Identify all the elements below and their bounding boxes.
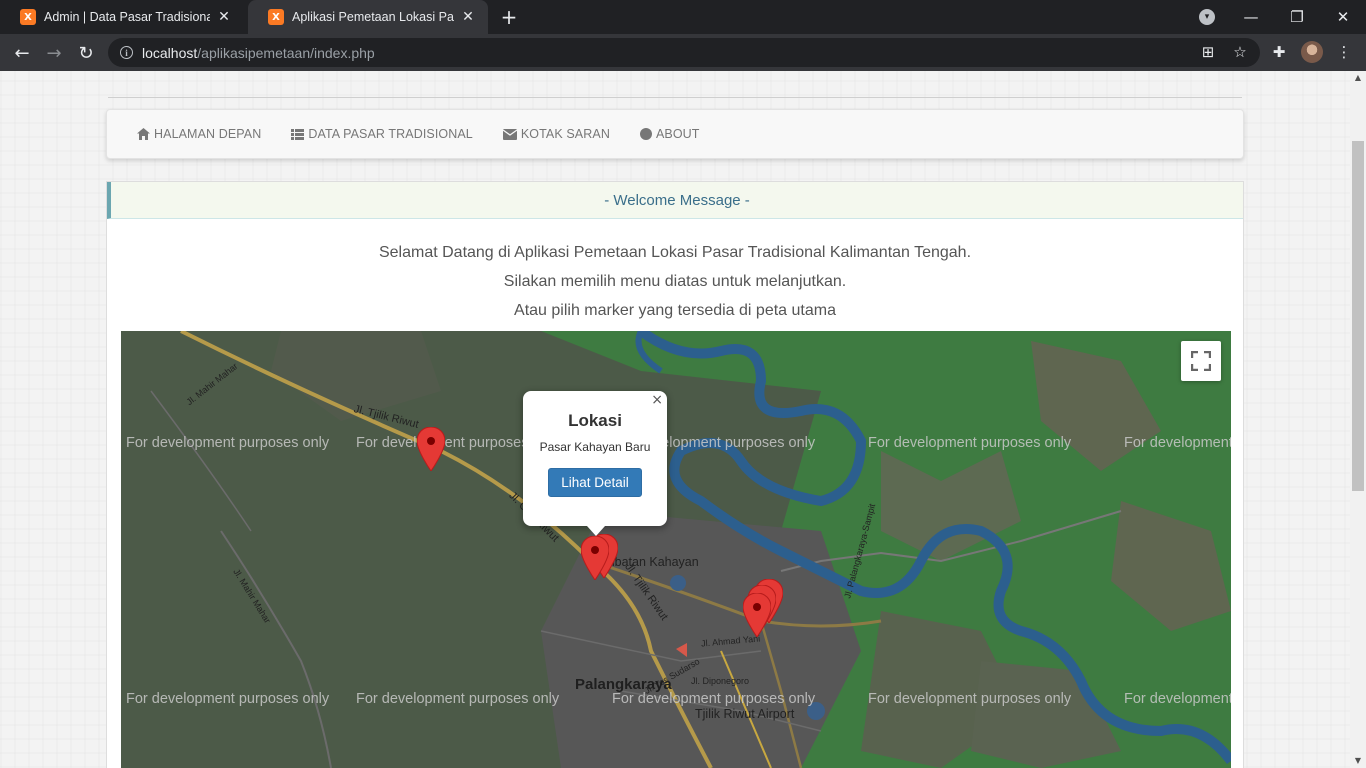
address-bar[interactable]: i localhost /aplikasipemetaan/index.php	[108, 38, 1260, 67]
scroll-up-icon[interactable]: ▲	[1350, 71, 1366, 85]
back-arrow-icon[interactable]: ←	[8, 39, 36, 67]
welcome-line: Atau pilih marker yang tersedia di peta …	[514, 302, 836, 319]
circle-icon	[639, 128, 652, 140]
road-label: Jl. Diponegoro	[691, 676, 750, 686]
home-icon	[137, 128, 150, 140]
close-window-icon[interactable]: ✕	[1320, 0, 1366, 34]
nav-label: HALAMAN DEPAN	[154, 127, 262, 141]
minimize-icon[interactable]: —	[1228, 0, 1274, 34]
dev-watermark: For development purposes only	[868, 435, 1072, 451]
tab-title: Aplikasi Pemetaan Lokasi Pasar Tradision…	[292, 10, 454, 24]
page-viewport: HALAMAN DEPAN DATA PASAR TRADISIONAL KOT…	[0, 71, 1350, 768]
nav-data-pasar[interactable]: DATA PASAR TRADISIONAL	[291, 127, 473, 141]
tab-admin[interactable]: X Admin | Data Pasar Tradisional ✕	[0, 0, 244, 34]
reload-icon[interactable]: ↻	[72, 39, 100, 67]
dev-watermark: For development purposes only	[868, 691, 1072, 707]
tab-title: Admin | Data Pasar Tradisional	[44, 10, 210, 24]
translate-icon[interactable]: ⊞	[1198, 42, 1218, 62]
dev-watermark: For development purposes only	[126, 691, 330, 707]
site-info-icon[interactable]: i	[120, 46, 133, 59]
forward-arrow-icon[interactable]: →	[40, 39, 68, 67]
page-scrollbar[interactable]: ▲ ▼	[1350, 71, 1366, 768]
tab-aplikasi[interactable]: X Aplikasi Pemetaan Lokasi Pasar Tradisi…	[248, 0, 488, 34]
tab-search-icon[interactable]: ▾	[1199, 9, 1215, 25]
marker-infowindow: × Lokasi Pasar Kahayan Baru Lihat Detail	[523, 391, 667, 536]
welcome-line: Silakan memilih menu diatas untuk melanj…	[503, 273, 847, 290]
dev-watermark: For development purposes only	[612, 691, 816, 707]
nav-kotak-saran[interactable]: KOTAK SARAN	[502, 127, 610, 141]
tab-close-icon[interactable]: ✕	[460, 9, 476, 25]
browser-tabbar: X Admin | Data Pasar Tradisional ✕ X Apl…	[0, 0, 1366, 34]
airport-label: Tjilik Riwut Airport	[695, 707, 795, 721]
lihat-detail-button[interactable]: Lihat Detail	[548, 468, 642, 497]
dev-watermark: For development purposes only	[356, 691, 560, 707]
new-tab-icon[interactable]: +	[498, 6, 520, 28]
nav-halaman-depan[interactable]: HALAMAN DEPAN	[137, 127, 261, 141]
profile-avatar[interactable]	[1301, 41, 1323, 63]
welcome-line: Selamat Datang di Aplikasi Pemetaan Loka…	[378, 244, 972, 261]
scroll-down-icon[interactable]: ▼	[1350, 754, 1366, 768]
restore-icon[interactable]: ❐	[1274, 0, 1320, 34]
main-navbar: HALAMAN DEPAN DATA PASAR TRADISIONAL KOT…	[106, 109, 1244, 159]
list-icon	[291, 128, 305, 140]
nav-label: DATA PASAR TRADISIONAL	[308, 127, 473, 141]
extensions-puzzle-icon[interactable]: ✚	[1269, 42, 1289, 62]
infowindow-close-icon[interactable]: ×	[651, 392, 663, 408]
panel-heading: - Welcome Message -	[107, 182, 1243, 219]
url-path: /aplikasipemetaan/index.php	[197, 44, 375, 61]
dev-watermark: For development purposes only	[126, 435, 330, 451]
url-host: localhost	[142, 44, 198, 61]
tab-close-icon[interactable]: ✕	[216, 9, 232, 25]
browser-toolbar: ← → ↻ i localhost /aplikasipemetaan/inde…	[0, 34, 1366, 71]
header-divider	[108, 97, 1242, 98]
dev-watermark: For development purposes only	[1124, 691, 1231, 707]
bookmark-star-icon[interactable]: ☆	[1230, 42, 1250, 62]
fullscreen-icon	[1191, 351, 1211, 371]
google-map[interactable]: For development purposes only For develo…	[121, 331, 1231, 768]
map-marker[interactable]	[743, 593, 771, 637]
dev-watermark: For development purposes only	[1124, 435, 1231, 451]
city-label: Palangkaraya	[575, 676, 672, 693]
map-marker[interactable]	[417, 427, 445, 471]
envelope-icon	[502, 128, 517, 140]
xampp-favicon-icon: X	[268, 9, 284, 25]
map-marker[interactable]	[581, 536, 609, 580]
browser-menu-icon[interactable]: ⋮	[1334, 42, 1354, 62]
fullscreen-button[interactable]	[1181, 341, 1221, 381]
nav-label: KOTAK SARAN	[520, 127, 610, 141]
nav-about[interactable]: ABOUT	[639, 127, 700, 141]
scrollbar-thumb[interactable]	[1352, 141, 1364, 491]
nav-label: ABOUT	[655, 127, 700, 141]
infowindow-title: Lokasi	[568, 411, 622, 430]
infowindow-subtitle: Pasar Kahayan Baru	[539, 440, 651, 454]
xampp-favicon-icon: X	[20, 9, 36, 25]
